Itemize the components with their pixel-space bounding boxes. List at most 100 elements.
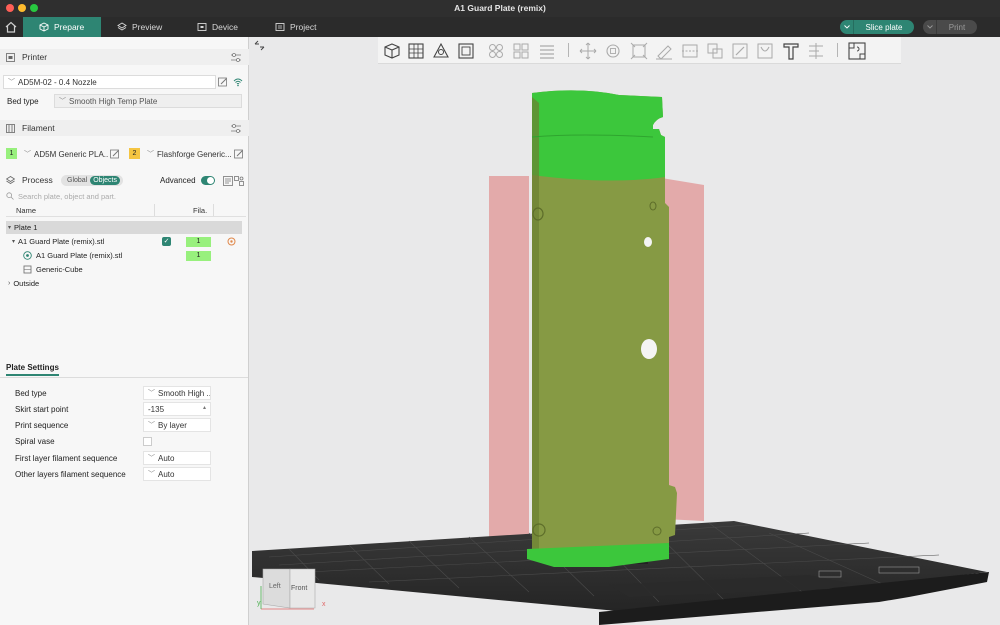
process-scope-toggle[interactable]: Global Objects: [61, 175, 123, 186]
tree-outside-row[interactable]: › Outside: [6, 277, 242, 290]
chevron-down-icon: ﹀: [24, 151, 31, 158]
ps-spiral-vase-checkbox[interactable]: [143, 437, 152, 446]
tab-prepare-label: Prepare: [54, 22, 85, 32]
filament-slot-badge: 1: [6, 148, 17, 159]
search-placeholder: Search plate, object and part.: [18, 191, 116, 201]
tab-device-label: Device: [212, 22, 238, 32]
object-visible-checkbox[interactable]: ✓: [162, 237, 171, 246]
wifi-icon[interactable]: [233, 77, 243, 87]
column-divider: [213, 204, 214, 216]
grid-settings-icon[interactable]: [234, 176, 244, 186]
axis-x-label: x: [322, 601, 326, 608]
col-fila-header[interactable]: Fila.: [193, 206, 207, 215]
stepper-icon[interactable]: ▴: [203, 404, 206, 411]
ps-print-sequence-label: Print sequence: [15, 421, 69, 430]
ps-first-layer-seq-value: Auto: [158, 453, 175, 463]
outside-label: Outside: [13, 279, 40, 288]
model-hole: [644, 237, 652, 247]
modifier-cube-icon: [23, 265, 32, 274]
sidebar: Printer ﹀ AD5M-02 - 0.4 Nozzle Bed type …: [0, 37, 249, 625]
ps-skirt-start-value: -135: [148, 404, 165, 414]
layers-icon: [117, 22, 127, 31]
model-hole: [641, 339, 657, 359]
ps-other-layers-seq-select[interactable]: ﹀ Auto: [143, 467, 211, 481]
project-icon: [275, 23, 285, 31]
filament-name-1: AD5M Generic PLA...: [34, 149, 108, 159]
object-list-header: Name Fila.: [6, 204, 246, 217]
toggle-global[interactable]: Global: [61, 177, 90, 184]
tab-project[interactable]: Project: [259, 17, 337, 37]
ps-skirt-start-input[interactable]: -135 ▴: [143, 402, 211, 416]
main-nav: Prepare Preview Device Project Slice pla…: [0, 17, 1000, 37]
part-icon: [23, 251, 32, 260]
ps-print-sequence-select[interactable]: ﹀ By layer: [143, 418, 211, 432]
view-cube-left[interactable]: Left: [269, 583, 281, 590]
part-name: A1 Guard Plate (remix).stl: [36, 251, 123, 260]
title-bar: A1 Guard Plate (remix): [0, 0, 1000, 17]
tab-preview-label: Preview: [132, 22, 163, 32]
object-search[interactable]: Search plate, object and part.: [6, 190, 244, 202]
ps-spiral-vase-label: Spiral vase: [15, 437, 55, 446]
home-icon[interactable]: [4, 20, 18, 34]
tree-object-row[interactable]: ▾ A1 Guard Plate (remix).stl ✓ 1: [6, 235, 242, 248]
layers-icon: [6, 176, 15, 184]
device-icon: [197, 23, 207, 31]
printer-name: AD5M-02 - 0.4 Nozzle: [18, 77, 97, 87]
chevron-down-icon: ﹀: [148, 455, 155, 462]
advanced-label: Advanced: [160, 176, 196, 185]
object-settings-icon[interactable]: [226, 236, 237, 247]
compare-icon[interactable]: [223, 176, 233, 186]
tab-device[interactable]: Device: [181, 17, 259, 37]
3d-viewport[interactable]: Left Front y x: [249, 37, 1000, 625]
part-filament-cell[interactable]: 1: [186, 251, 211, 261]
tab-prepare[interactable]: Prepare: [23, 17, 101, 37]
bed-type-select[interactable]: ﹀ Smooth High Temp Plate: [54, 94, 242, 108]
chevron-down-icon: ﹀: [148, 390, 155, 397]
print-label: Print: [937, 20, 977, 34]
settings-sliders-icon[interactable]: [231, 53, 241, 62]
filament-slot-badge: 2: [129, 148, 140, 159]
chevron-down-icon: ﹀: [148, 471, 155, 478]
tree-part-row[interactable]: A1 Guard Plate (remix).stl 1: [6, 249, 242, 262]
edit-icon[interactable]: [234, 149, 244, 159]
ps-other-layers-seq-label: Other layers filament sequence: [15, 470, 126, 479]
slice-dropdown-chevron-icon[interactable]: [840, 20, 854, 34]
filament-section-title: Filament: [22, 123, 55, 133]
tree-modifier-row[interactable]: Generic-Cube: [6, 263, 242, 276]
edit-icon[interactable]: [218, 77, 228, 87]
filament-section-header[interactable]: Filament: [0, 120, 249, 136]
window-title: A1 Guard Plate (remix): [454, 3, 546, 13]
filament-select-1[interactable]: ﹀ AD5M Generic PLA...: [20, 147, 108, 161]
plate-settings-tab[interactable]: Plate Settings: [6, 363, 59, 376]
divider: [0, 377, 248, 378]
switch-knob: [207, 177, 214, 184]
tab-preview[interactable]: Preview: [101, 17, 181, 37]
filament-name-2: Flashforge Generic...: [157, 149, 232, 159]
toggle-objects[interactable]: Objects: [90, 176, 120, 185]
ps-first-layer-seq-select[interactable]: ﹀ Auto: [143, 451, 211, 465]
chevron-down-icon: ▾: [12, 239, 16, 245]
search-icon: [6, 192, 14, 200]
chevron-down-icon: ﹀: [148, 422, 155, 429]
view-cube[interactable]: Left Front y x: [257, 566, 326, 611]
print-button[interactable]: Print: [923, 20, 977, 34]
settings-sliders-icon[interactable]: [231, 124, 241, 133]
col-name-header[interactable]: Name: [16, 206, 36, 215]
edit-icon[interactable]: [110, 149, 120, 159]
printer-select[interactable]: ﹀ AD5M-02 - 0.4 Nozzle: [3, 75, 216, 89]
print-dropdown-chevron-icon[interactable]: [923, 20, 937, 34]
bed-type-label: Bed type: [7, 97, 39, 106]
view-cube-front[interactable]: Front: [291, 585, 307, 592]
ps-bed-type-select[interactable]: ﹀ Smooth High ...: [143, 386, 211, 400]
slice-plate-button[interactable]: Slice plate: [840, 20, 914, 34]
object-filament-cell[interactable]: 1: [186, 237, 211, 247]
advanced-switch[interactable]: [201, 176, 215, 185]
ps-print-sequence-value: By layer: [158, 420, 187, 430]
chevron-down-icon: ▾: [8, 225, 12, 231]
object-name: A1 Guard Plate (remix).stl: [18, 237, 105, 246]
chevron-down-icon: ﹀: [8, 79, 15, 86]
cube-icon: [39, 22, 49, 32]
printer-section-header[interactable]: Printer: [0, 49, 249, 65]
tree-plate-row[interactable]: ▾ Plate 1: [6, 221, 242, 234]
filament-select-2[interactable]: ﹀ Flashforge Generic...: [143, 147, 233, 161]
